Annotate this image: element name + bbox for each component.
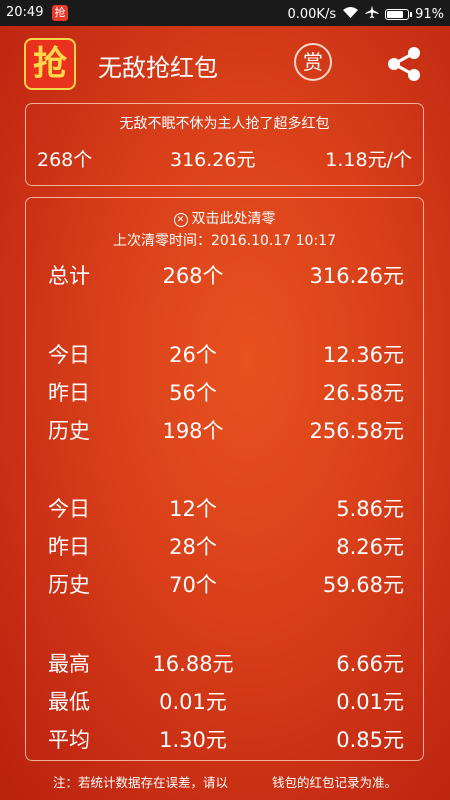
- row-label: 历史: [48, 573, 90, 597]
- table-row: 昨日 56个 26.58元: [26, 377, 425, 407]
- reset-button[interactable]: ✕ 双击此处清零: [26, 208, 423, 228]
- row-label: 昨日: [48, 535, 90, 559]
- footnote-part1: 注：若统计数据存在误差，请以: [52, 775, 228, 790]
- row-count: 198个: [162, 419, 224, 443]
- row-count: 28个: [169, 535, 217, 559]
- table-row: 最低 0.01元 0.01元: [26, 686, 425, 716]
- row-label: 昨日: [48, 381, 90, 405]
- notification-app-icon: 抢: [52, 5, 68, 21]
- battery-percent: 91%: [415, 6, 444, 22]
- row-label: 最低: [48, 690, 90, 714]
- row-value: 16.88元: [152, 652, 234, 676]
- network-speed: 0.00K/s: [287, 6, 337, 22]
- airplane-icon: [365, 5, 379, 23]
- table-row: 平均 1.30元 0.85元: [26, 724, 425, 754]
- row-label: 最高: [48, 652, 90, 676]
- row-amount: 59.68元: [322, 573, 404, 597]
- row-amount: 12.36元: [322, 343, 404, 367]
- table-row: 历史 70个 59.68元: [26, 569, 425, 599]
- row-count: 26个: [169, 343, 217, 367]
- battery-icon: [385, 8, 413, 20]
- summary-card: 无敌不眠不休为主人抢了超多红包 268个 316.26元 1.18元/个: [25, 103, 424, 186]
- status-bar: 20:49 抢 0.00K/s 91%: [0, 0, 450, 26]
- share-icon: [388, 47, 420, 81]
- row-amount: 316.26元: [309, 264, 404, 288]
- summary-caption: 无敌不眠不休为主人抢了超多红包: [119, 116, 330, 132]
- summary-amount: 316.26元: [170, 149, 256, 171]
- row-label: 历史: [48, 419, 90, 443]
- stats-card: ✕ 双击此处清零 上次清零时间：2016.10.17 10:17 总计 268个 …: [25, 197, 424, 761]
- row-value: 0.01元: [336, 690, 404, 714]
- summary-average: 1.18元/个: [325, 149, 412, 171]
- row-value: 0.01元: [159, 690, 227, 714]
- summary-count: 268个: [37, 149, 93, 171]
- footnote: 注：若统计数据存在误差，请以 钱包的红包记录为准。: [0, 772, 450, 791]
- row-amount: 5.86元: [336, 497, 404, 521]
- row-label: 今日: [48, 497, 90, 521]
- total-row: 总计 268个 316.26元: [26, 260, 425, 290]
- app-logo: 抢: [24, 38, 76, 90]
- table-row: 今日 12个 5.86元: [26, 493, 425, 523]
- table-row: 历史 198个 256.58元: [26, 415, 425, 445]
- row-count: 70个: [169, 573, 217, 597]
- app-title: 无敌抢红包: [98, 54, 218, 82]
- row-value: 0.85元: [336, 728, 404, 752]
- wifi-icon: [342, 6, 359, 23]
- status-time: 20:49: [6, 5, 44, 20]
- share-button[interactable]: [384, 44, 424, 84]
- reward-button[interactable]: 赏: [294, 43, 332, 81]
- last-reset-label: 上次清零时间：: [113, 233, 212, 249]
- row-count: 56个: [169, 381, 217, 405]
- last-reset-time: 2016.10.17 10:17: [211, 233, 336, 249]
- table-row: 昨日 28个 8.26元: [26, 531, 425, 561]
- row-value: 6.66元: [336, 652, 404, 676]
- row-count: 268个: [162, 264, 224, 288]
- close-circle-icon: ✕: [173, 213, 188, 227]
- app-header: 抢 无敌抢红包 赏: [0, 26, 450, 102]
- row-label: 总计: [48, 264, 90, 288]
- row-amount: 256.58元: [309, 419, 404, 443]
- row-label: 平均: [48, 728, 90, 752]
- row-amount: 26.58元: [322, 381, 404, 405]
- row-value: 1.30元: [159, 728, 227, 752]
- table-row: 今日 26个 12.36元: [26, 339, 425, 369]
- last-reset: 上次清零时间：2016.10.17 10:17: [26, 230, 423, 250]
- footnote-part2: 钱包的红包记录为准。: [272, 775, 398, 790]
- reset-label: 双击此处清零: [191, 211, 276, 227]
- row-count: 12个: [169, 497, 217, 521]
- row-amount: 8.26元: [336, 535, 404, 559]
- table-row: 最高 16.88元 6.66元: [26, 648, 425, 678]
- row-label: 今日: [48, 343, 90, 367]
